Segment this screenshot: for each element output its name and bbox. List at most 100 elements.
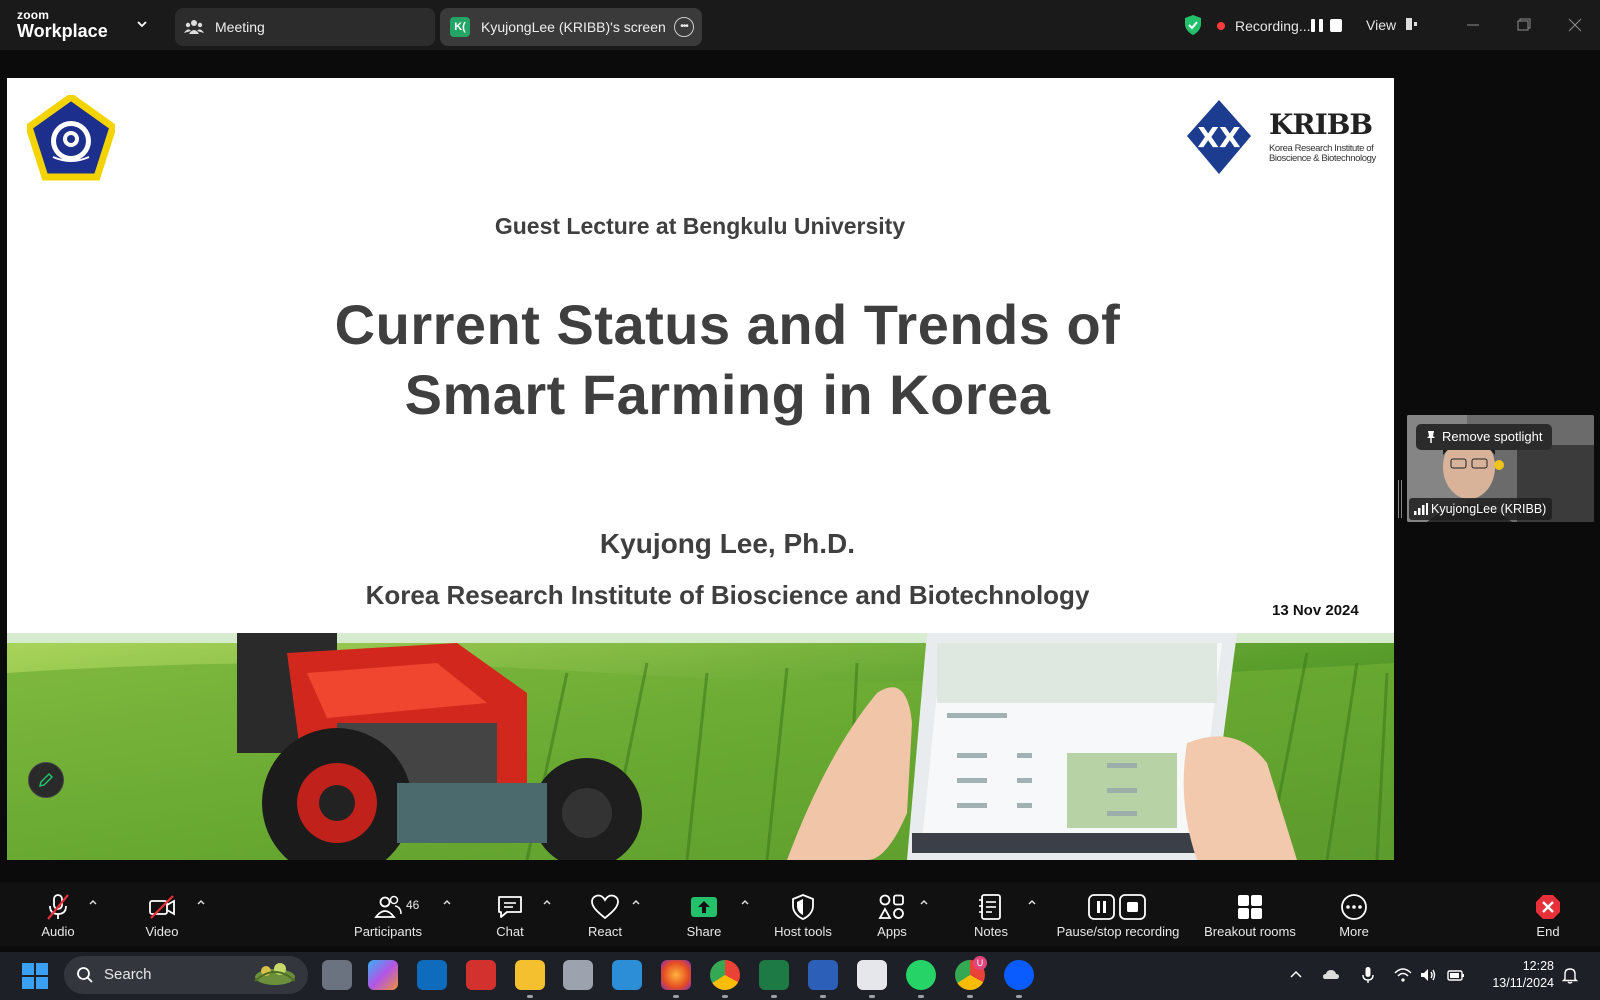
printer-icon[interactable] <box>563 960 593 990</box>
people-icon <box>183 17 205 37</box>
pdf-editor-icon[interactable] <box>466 960 496 990</box>
excel-icon[interactable] <box>759 960 789 990</box>
share-label: Share <box>686 924 722 939</box>
running-indicator <box>673 995 679 998</box>
notes-label: Notes <box>974 924 1008 939</box>
pause-stop-recording-button[interactable]: Pause/stop recording <box>1052 882 1184 946</box>
running-indicator <box>869 995 875 998</box>
volume-icon[interactable] <box>1419 966 1437 984</box>
kribb-wordmark: KRIBB <box>1269 108 1373 141</box>
notes-button[interactable]: Notes <box>970 882 1012 946</box>
chrome-icon[interactable] <box>710 960 740 990</box>
profile-badge: U <box>973 956 987 970</box>
whatsapp-icon[interactable] <box>906 960 936 990</box>
share-button[interactable]: Share <box>684 882 724 946</box>
shared-screen: XX KRIBB Korea Research Institute of Bio… <box>7 78 1394 860</box>
chat-button[interactable]: Chat <box>490 882 530 946</box>
search-icon <box>77 967 93 983</box>
camera-off-icon <box>149 895 175 919</box>
more-button[interactable]: More <box>1334 882 1374 946</box>
wifi-icon[interactable] <box>1394 966 1412 984</box>
running-indicator <box>527 995 533 998</box>
recording-indicator-icon <box>1217 22 1225 30</box>
audio-options-chevron-icon[interactable] <box>87 896 99 908</box>
windows-taskbar: Search U 12:28 13/11/2024 <box>0 952 1600 1000</box>
outlook-icon[interactable] <box>417 960 447 990</box>
chevron-down-icon[interactable] <box>134 16 150 32</box>
pencil-icon <box>38 772 54 788</box>
video-button[interactable]: Video <box>142 882 182 946</box>
share-screen-icon <box>691 897 717 917</box>
heart-icon <box>591 894 619 920</box>
zoom-icon[interactable] <box>1004 960 1034 990</box>
participant-name-tag: KyujongLee (KRIBB) <box>1409 498 1553 520</box>
audio-label: Audio <box>41 924 75 939</box>
meeting-toolbar: Audio Video Participants 46 Chat React S… <box>0 882 1600 946</box>
participants-label: Participants <box>354 924 422 939</box>
close-icon[interactable] <box>1564 14 1586 36</box>
more-options-icon[interactable]: ••• <box>674 17 694 37</box>
avatar: K( <box>450 17 470 37</box>
smart-farm-photo <box>7 633 1394 860</box>
view-layout-icon[interactable] <box>1404 17 1418 31</box>
react-options-chevron-icon[interactable] <box>630 896 642 908</box>
stop-recording-icon[interactable] <box>1330 19 1342 32</box>
clock-date: 13/11/2024 <box>1492 976 1554 990</box>
participants-options-chevron-icon[interactable] <box>441 896 453 908</box>
more-label: More <box>1339 924 1369 939</box>
chat-options-chevron-icon[interactable] <box>541 896 553 908</box>
participant-video-tile[interactable]: Remove spotlight KyujongLee (KRIBB) <box>1407 415 1594 522</box>
host-tools-shield-icon <box>792 894 814 920</box>
slide-date: 13 Nov 2024 <box>1272 602 1359 619</box>
apps-options-chevron-icon[interactable] <box>918 896 930 908</box>
react-button[interactable]: React <box>584 882 626 946</box>
signal-strength-icon <box>1414 503 1428 515</box>
restore-icon[interactable] <box>1512 14 1534 36</box>
zoom-workplace-logo: zoom Workplace <box>17 9 108 40</box>
more-icon <box>1341 894 1367 920</box>
file-explorer-icon[interactable] <box>515 960 545 990</box>
windows-start-icon[interactable] <box>22 963 48 989</box>
share-options-chevron-icon[interactable] <box>739 896 751 908</box>
snipping-tool-icon[interactable] <box>857 960 887 990</box>
show-hidden-icons-chevron-icon[interactable] <box>1287 966 1305 984</box>
word-icon[interactable] <box>808 960 838 990</box>
tab-screen-label: KyujongLee (KRIBB)'s screen <box>481 19 666 35</box>
react-label: React <box>588 924 622 939</box>
panel-resize-handle[interactable] <box>1397 480 1403 518</box>
remove-spotlight-button[interactable]: Remove spotlight <box>1416 424 1553 450</box>
kribb-subtitle: Korea Research Institute of Bioscience &… <box>1269 143 1376 164</box>
end-meeting-button[interactable]: End <box>1530 882 1566 946</box>
notes-options-chevron-icon[interactable] <box>1026 896 1038 908</box>
recording-status: Recording... <box>1235 18 1311 34</box>
firefox-icon[interactable] <box>661 960 691 990</box>
view-button[interactable]: View <box>1366 17 1396 33</box>
encryption-shield-icon[interactable] <box>1183 14 1203 36</box>
onedrive-icon[interactable] <box>1322 966 1340 984</box>
end-label: End <box>1536 924 1560 939</box>
participants-button[interactable]: Participants <box>350 882 426 946</box>
tab-shared-screen[interactable]: K( KyujongLee (KRIBB)'s screen ••• <box>440 8 702 46</box>
pause-recording-icon[interactable] <box>1311 19 1323 32</box>
annotate-button[interactable] <box>28 762 64 798</box>
pin-icon <box>1427 431 1435 443</box>
breakout-rooms-label: Breakout rooms <box>1204 924 1296 939</box>
copilot-icon[interactable] <box>368 960 398 990</box>
microphone-icon[interactable] <box>1359 966 1377 984</box>
notification-bell-icon[interactable] <box>1561 966 1579 984</box>
host-tools-button[interactable]: Host tools <box>770 882 836 946</box>
video-options-chevron-icon[interactable] <box>195 896 207 908</box>
tab-meeting-label: Meeting <box>215 19 265 35</box>
notepad-icon[interactable] <box>612 960 642 990</box>
breakout-rooms-button[interactable]: Breakout rooms <box>1199 882 1301 946</box>
apps-button[interactable]: Apps <box>872 882 912 946</box>
taskbar-search-input[interactable]: Search <box>64 956 308 994</box>
minimize-icon[interactable] <box>1462 14 1484 36</box>
tab-meeting[interactable]: Meeting <box>175 8 435 46</box>
audio-button[interactable]: Audio <box>38 882 78 946</box>
task-view-icon[interactable] <box>322 960 352 990</box>
battery-icon[interactable] <box>1447 966 1465 984</box>
system-clock[interactable]: 12:28 13/11/2024 <box>1482 958 1554 992</box>
svg-text:XX: XX <box>1197 121 1241 154</box>
pause-stop-recording-icon <box>1088 894 1146 920</box>
